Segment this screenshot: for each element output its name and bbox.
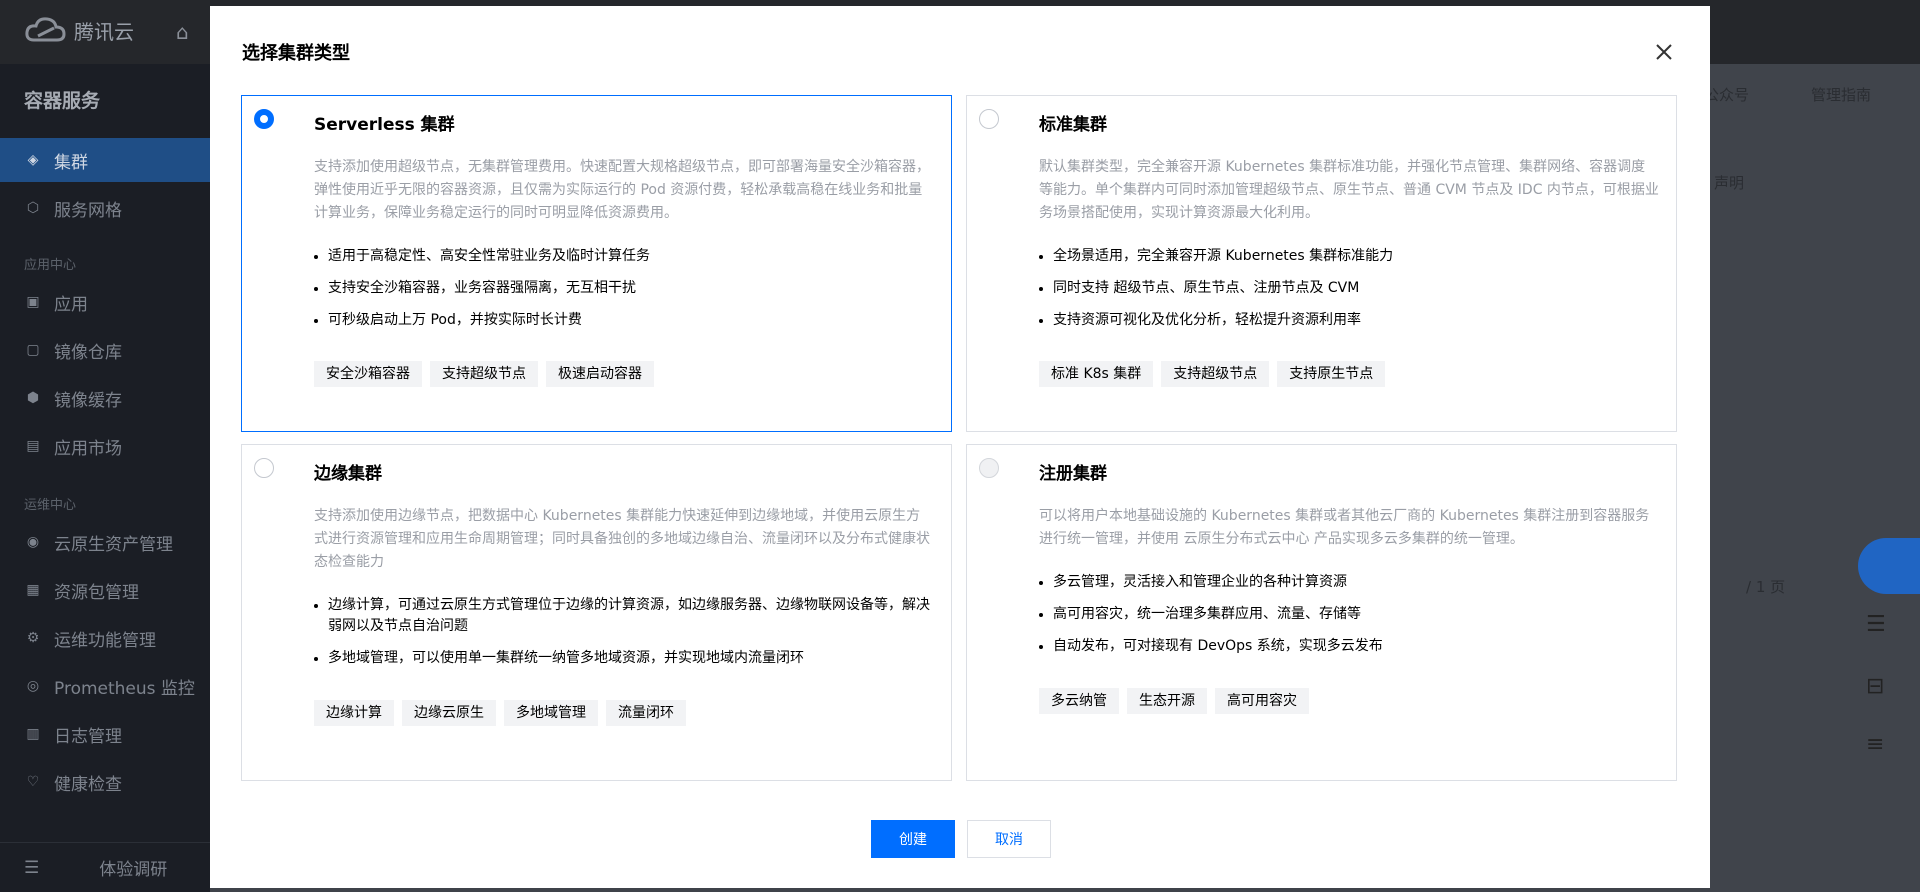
list-item: 适用于高稳定性、高安全性常驻业务及临时计算任务 [314,246,934,267]
tag: 多云纳管 [1039,688,1119,714]
cache-icon: ⬢ [26,390,40,406]
cluster-type-card-registered[interactable]: 注册集群 可以将用户本地基础设施的 Kubernetes 集群或者其他云厂商的 … [966,444,1677,781]
list-item: 全场景适用，完全兼容开源 Kubernetes 集群标准能力 [1039,246,1659,267]
tag: 极速启动容器 [546,361,654,387]
log-icon: ▥ [26,726,40,742]
sidebar-item-app[interactable]: ▣ 应用 [0,280,210,324]
public-account-link[interactable]: 公众号 [1704,84,1749,105]
tag: 高可用容灾 [1215,688,1309,714]
sidebar-item-service-mesh[interactable]: ⬡ 服务网格 [0,186,210,230]
repo-icon: ▢ [26,342,40,358]
list-item: 可秒级启动上万 Pod，并按实际时长计费 [314,310,934,331]
list-item: 边缘计算，可通过云原生方式管理位于边缘的计算资源，如边缘服务器、边缘物联网设备等… [314,595,934,637]
sidebar-item-resource-package[interactable]: ▦ 资源包管理 [0,568,210,612]
monitor-icon: ◎ [26,678,40,694]
sidebar: 容器服务 ◈ 集群 ⬡ 服务网格 应用中心 ▣ 应用 ▢ 镜像仓库 ⬢ 镜像缓存 ▤ 应用市… [0,64,210,892]
tag-list: 标准 K8s 集群 支持超级节点 支持原生节点 [1039,361,1386,387]
list-item: 多云管理，灵活接入和管理企业的各种计算资源 [1039,572,1659,593]
menu-collapse-icon: ☰ [24,857,40,878]
book-icon[interactable]: ⊟ [1866,674,1896,704]
sidebar-item-ops-features[interactable]: ⚙ 运维功能管理 [0,616,210,660]
sidebar-item-image-cache[interactable]: ⬢ 镜像缓存 [0,376,210,420]
feature-list: 适用于高稳定性、高安全性常驻业务及临时计算任务 支持安全沙箱容器，业务容器强隔离… [314,246,934,342]
cluster-type-card-edge[interactable]: 边缘集群 支持添加使用边缘节点，把数据中心 Kubernetes 集群能力快速延… [241,444,952,781]
card-description: 支持添加使用边缘节点，把数据中心 Kubernetes 集群能力快速延伸到边缘地… [314,508,930,570]
brand-name: 腾讯云 [74,19,134,44]
pagination-text: / 1 页 [1746,578,1786,596]
radio-serverless[interactable] [254,109,274,129]
home-icon[interactable]: ⌂ [176,20,189,44]
sidebar-item-image-repo[interactable]: ▢ 镜像仓库 [0,328,210,372]
radio-standard[interactable] [979,109,999,129]
tag: 生态开源 [1127,688,1207,714]
card-description: 支持添加使用超级节点，无集群管理费用。快速配置大规格超级节点，即可部署海量安全沙… [314,159,930,221]
feature-list: 边缘计算，可通过云原生方式管理位于边缘的计算资源，如边缘服务器、边缘物联网设备等… [314,595,934,680]
cloud-logo-icon [25,17,66,42]
tag-list: 安全沙箱容器 支持超级节点 极速启动容器 [314,361,654,387]
package-icon: ▦ [26,582,40,598]
card-description: 可以将用户本地基础设施的 Kubernetes 集群或者其他云厂商的 Kuber… [1039,508,1650,547]
tag: 支持原生节点 [1277,361,1386,387]
statement-text: 声明 [1714,174,1745,192]
sidebar-item-log-management[interactable]: ▥ 日志管理 [0,712,210,756]
tag: 流量闭环 [606,700,686,726]
tag: 安全沙箱容器 [314,361,422,387]
cluster-type-card-standard[interactable]: 标准集群 默认集群类型，完全兼容开源 Kubernetes 集群标准功能，并强化… [966,95,1677,432]
toc-icon[interactable]: ≡ [1866,732,1896,762]
sidebar-group-app-center: 应用中心 [24,258,77,273]
tag-list: 边缘计算 边缘云原生 多地域管理 流量闭环 [314,700,686,726]
sidebar-item-cloud-native-assets[interactable]: ◉ 云原生资产管理 [0,520,210,564]
card-title: 注册集群 [1039,464,1107,484]
mesh-icon: ⬡ [26,200,40,216]
app-icon: ▣ [26,294,40,310]
sidebar-item-prometheus[interactable]: ◎ Prometheus 监控 [0,664,210,708]
guide-link[interactable]: 管理指南 [1811,84,1871,105]
tag: 标准 K8s 集群 [1039,361,1154,387]
card-title: 标准集群 [1039,115,1107,135]
cancel-button[interactable]: 取消 [967,820,1051,858]
feedback-survey[interactable]: ☰ 体验调研 [0,842,210,892]
sidebar-item-cluster[interactable]: ◈ 集群 [0,138,210,182]
product-title: 容器服务 [24,90,101,112]
card-title: Serverless 集群 [314,115,455,135]
list-item: 自动发布，可对接现有 DevOps 系统，实现多云发布 [1039,636,1659,657]
tag: 边缘计算 [314,700,394,726]
sidebar-item-app-market[interactable]: ▤ 应用市场 [0,424,210,468]
create-button[interactable]: 创建 [871,820,955,858]
tag: 支持超级节点 [430,361,538,387]
card-title: 边缘集群 [314,464,382,484]
list-item: 多地域管理，可以使用单一集群统一纳管多地域资源，并实现地域内流量闭环 [314,648,934,669]
select-cluster-type-modal: 选择集群类型 Serverless 集群 支持添加使用超级节点，无集群管理费用。… [210,6,1710,888]
feature-list: 全场景适用，完全兼容开源 Kubernetes 集群标准能力 同时支持 超级节点… [1039,246,1659,342]
support-chat-button[interactable] [1858,538,1920,594]
sidebar-item-health-check[interactable]: ♡ 健康检查 [0,760,210,804]
health-icon: ♡ [26,774,40,790]
list-item: 同时支持 超级节点、原生节点、注册节点及 CVM [1039,278,1659,299]
card-description: 默认集群类型，完全兼容开源 Kubernetes 集群标准功能，并强化节点管理、… [1039,159,1659,221]
feature-list: 多云管理，灵活接入和管理企业的各种计算资源 高可用容灾，统一治理多集群应用、流量… [1039,572,1659,668]
list-item: 高可用容灾，统一治理多集群应用、流量、存储等 [1039,604,1659,625]
radio-edge[interactable] [254,458,274,478]
list-item: 支持安全沙箱容器，业务容器强隔离，无互相干扰 [314,278,934,299]
modal-title: 选择集群类型 [242,43,350,64]
list-item: 支持资源可视化及优化分析，轻松提升资源利用率 [1039,310,1659,331]
cluster-icon: ◈ [27,152,39,168]
tag: 多地域管理 [504,700,598,726]
close-icon [1656,44,1672,60]
close-button[interactable] [1652,40,1676,64]
cluster-type-card-serverless[interactable]: Serverless 集群 支持添加使用超级节点，无集群管理费用。快速配置大规格… [241,95,952,432]
right-panel-background: 公众号 管理指南 声明 / 1 页 [1704,64,1920,892]
tag: 边缘云原生 [402,700,496,726]
tag: 支持超级节点 [1161,361,1270,387]
asset-icon: ◉ [26,534,40,550]
sidebar-group-ops-center: 运维中心 [24,498,77,513]
list-icon[interactable]: ☰ [1866,612,1896,642]
radio-registered[interactable] [979,458,999,478]
tag-list: 多云纳管 生态开源 高可用容灾 [1039,688,1309,714]
ops-icon: ⚙ [26,630,40,646]
market-icon: ▤ [26,438,40,454]
tencent-cloud-logo[interactable]: 腾讯云 [24,14,134,46]
